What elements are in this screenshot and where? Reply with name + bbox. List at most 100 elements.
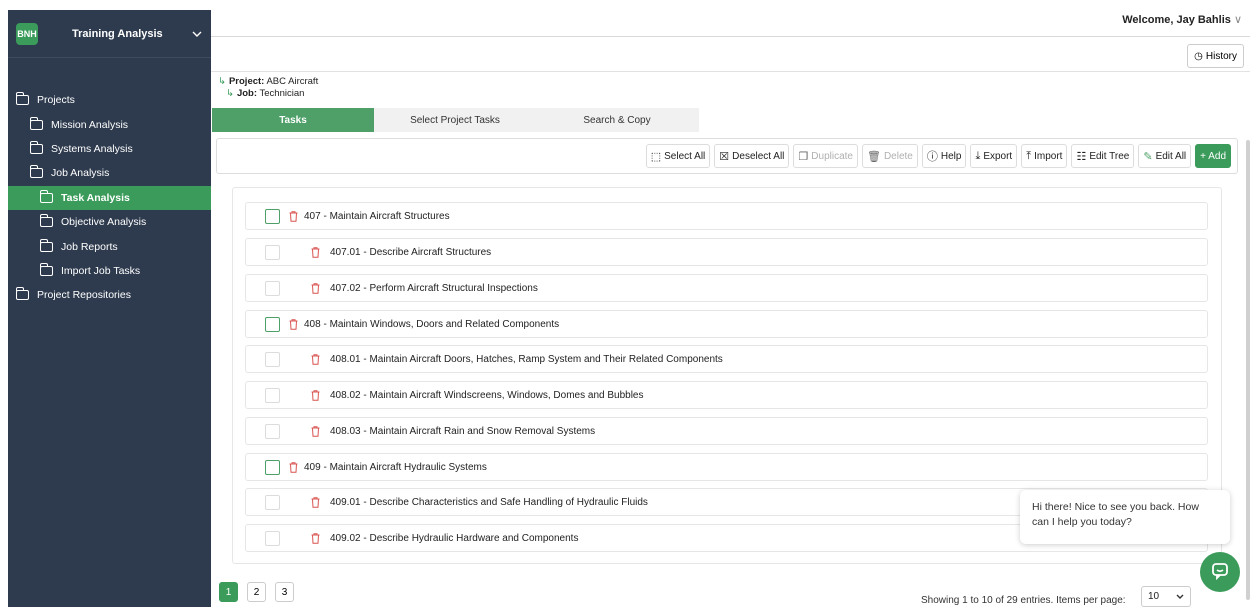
import-button[interactable]: ⤒ Import (1021, 144, 1068, 168)
sidebar-item-job-reports[interactable]: Job Reports (8, 234, 211, 258)
sidebar-item-job-analysis[interactable]: Job Analysis (8, 161, 211, 185)
folder-icon (29, 140, 43, 154)
task-row[interactable]: 408.02 - Maintain Aircraft Windscreens, … (245, 381, 1208, 409)
trash-icon[interactable] (310, 496, 320, 508)
chevron-down-icon[interactable] (191, 28, 203, 40)
user-menu[interactable]: Welcome, Jay Bahlis ∨ (1122, 13, 1242, 26)
trash-icon[interactable] (310, 353, 320, 365)
breadcrumb-job-value: Technician (259, 88, 305, 99)
trash-icon[interactable] (310, 282, 320, 294)
upload-icon: ⤒ (1026, 149, 1032, 162)
task-row[interactable]: 407 - Maintain Aircraft Structures (245, 202, 1208, 230)
breadcrumb-project-value: ABC Aircraft (266, 76, 319, 87)
sidebar-item-task-analysis[interactable]: Task Analysis (8, 185, 211, 210)
folder-icon (15, 92, 29, 106)
edit-all-label: Edit All (1155, 150, 1187, 162)
clock-icon: ◷ (1194, 50, 1203, 62)
app-logo: BNH (16, 22, 38, 45)
task-row[interactable]: 408 - Maintain Windows, Doors and Relate… (245, 310, 1208, 338)
row-checkbox[interactable] (265, 530, 280, 546)
toolbar: ⬚ Select All ☒ Deselect All ❐ Duplicate 🗑 De… (216, 138, 1238, 174)
tree-icon: ☷ (1076, 150, 1087, 163)
help-button[interactable]: ⓘ Help (921, 144, 967, 168)
row-checkbox[interactable] (265, 208, 280, 224)
breadcrumb: ↳ Project: ABC Aircraft ↳ Job: Technician (218, 76, 318, 100)
sidebar-item-label: Job Reports (61, 240, 118, 253)
sidebar-item-mission-analysis[interactable]: Mission Analysis (8, 112, 211, 136)
folder-icon (39, 214, 53, 228)
scrollbar[interactable] (1246, 140, 1250, 600)
history-label: History (1205, 50, 1237, 62)
sidebar-item-project-repositories[interactable]: Project Repositories (8, 283, 211, 307)
page-button-1[interactable]: 1 (219, 582, 238, 602)
sidebar-item-projects[interactable]: Projects (8, 88, 211, 112)
help-icon: ⓘ (926, 151, 938, 163)
sidebar-header: BNH Training Analysis (8, 10, 211, 58)
row-checkbox[interactable] (265, 351, 280, 367)
row-checkbox[interactable] (265, 244, 280, 260)
page-button-2[interactable]: 2 (247, 582, 266, 602)
folder-icon (29, 165, 43, 179)
sidebar-item-label: Job Analysis (51, 167, 110, 180)
items-per-page-select[interactable]: 10 (1141, 586, 1191, 607)
tab-select-project-tasks[interactable]: Select Project Tasks (374, 108, 536, 132)
trash-icon[interactable] (310, 389, 320, 401)
row-checkbox[interactable] (265, 316, 280, 332)
delete-button[interactable]: 🗑 Delete (861, 144, 918, 168)
export-button[interactable]: ⤓ Export (970, 144, 1018, 168)
sidebar-item-label: Objective Analysis (61, 216, 147, 229)
row-checkbox[interactable] (265, 459, 280, 475)
export-label: Export (983, 150, 1013, 162)
task-label: 407 - Maintain Aircraft Structures (304, 210, 450, 222)
add-button[interactable]: + Add (1195, 144, 1231, 168)
duplicate-label: Duplicate (811, 150, 853, 162)
deselect-all-label: Deselect All (732, 150, 785, 162)
trash-icon[interactable] (288, 318, 298, 330)
breadcrumb-job-key: Job: (236, 88, 258, 99)
row-checkbox[interactable] (265, 494, 280, 510)
folder-icon (29, 116, 43, 130)
folder-icon (15, 287, 29, 301)
sidebar-item-import-job-tasks[interactable]: Import Job Tasks (8, 259, 211, 283)
trash-icon[interactable] (288, 210, 298, 222)
trash-icon[interactable] (288, 461, 298, 473)
sidebar-item-systems-analysis[interactable]: Systems Analysis (8, 137, 211, 161)
trash-icon[interactable] (310, 246, 320, 258)
task-label: 409.01 - Describe Characteristics and Sa… (330, 496, 648, 508)
task-label: 407.01 - Describe Aircraft Structures (330, 246, 492, 258)
tab-search-copy[interactable]: Search & Copy (536, 108, 698, 132)
select-all-button[interactable]: ⬚ Select All (645, 144, 711, 168)
entries-summary: Showing 1 to 10 of 29 entries. Items per… (921, 595, 1126, 606)
sidebar-nav: Projects Mission Analysis Systems Analys… (8, 88, 211, 308)
task-row[interactable]: 409 - Maintain Aircraft Hydraulic System… (245, 453, 1208, 481)
row-checkbox[interactable] (265, 280, 280, 296)
task-row[interactable]: 407.02 - Perform Aircraft Structural Ins… (245, 274, 1208, 302)
history-button[interactable]: ◷ History (1187, 44, 1244, 68)
chevron-down-icon (1176, 591, 1184, 602)
page-button-3[interactable]: 3 (275, 582, 294, 602)
deselect-all-button[interactable]: ☒ Deselect All (714, 144, 790, 168)
sidebar-item-label: Systems Analysis (51, 142, 133, 155)
edit-tree-button[interactable]: ☷ Edit Tree (1071, 144, 1135, 168)
breadcrumb-job: ↳ Job: Technician (218, 88, 318, 100)
task-row[interactable]: 408.03 - Maintain Aircraft Rain and Snow… (245, 417, 1208, 445)
deselect-all-icon: ☒ (719, 150, 730, 163)
delete-label: Delete (883, 150, 913, 162)
download-icon: ⤓ (975, 149, 981, 162)
trash-icon[interactable] (310, 425, 320, 437)
chat-button[interactable] (1200, 552, 1240, 592)
duplicate-button[interactable]: ❐ Duplicate (793, 144, 858, 168)
edit-all-button[interactable]: ✎ Edit All (1138, 144, 1192, 168)
tab-tasks[interactable]: Tasks (212, 108, 374, 132)
task-row[interactable]: 408.01 - Maintain Aircraft Doors, Hatche… (245, 345, 1208, 373)
breadcrumb-project: ↳ Project: ABC Aircraft (218, 76, 318, 88)
task-label: 409.02 - Describe Hydraulic Hardware and… (330, 532, 579, 544)
copy-icon: ❐ (798, 150, 809, 163)
app-title: Training Analysis (72, 27, 163, 40)
row-checkbox[interactable] (265, 387, 280, 403)
trash-icon[interactable] (310, 532, 320, 544)
row-checkbox[interactable] (265, 423, 280, 439)
task-label: 408 - Maintain Windows, Doors and Relate… (304, 318, 560, 330)
task-row[interactable]: 407.01 - Describe Aircraft Structures (245, 238, 1208, 266)
sidebar-item-objective-analysis[interactable]: Objective Analysis (8, 210, 211, 234)
